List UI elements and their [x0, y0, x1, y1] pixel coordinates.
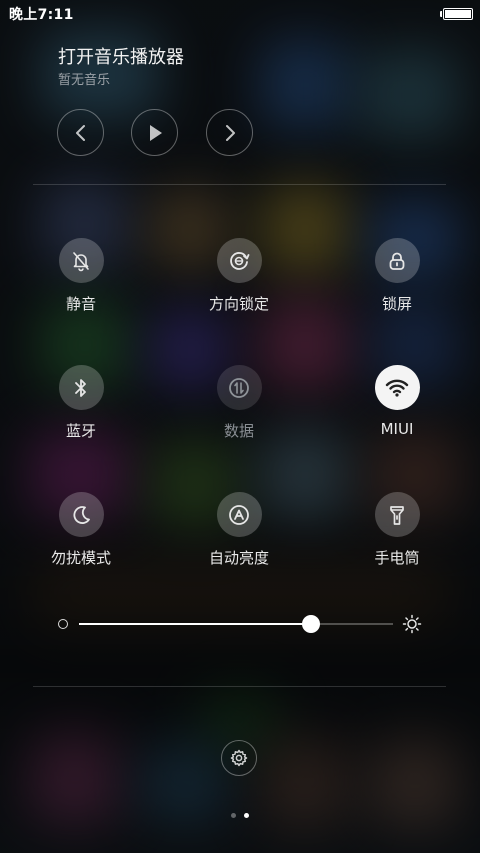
toggle-do-not-disturb[interactable]: 勿扰模式 [21, 492, 141, 572]
chevron-left-icon [75, 124, 85, 141]
moon-icon [73, 505, 90, 524]
settings-button[interactable] [221, 740, 257, 776]
brightness-slider-fill [79, 623, 312, 625]
brightness-low-icon [58, 619, 68, 629]
toggle-rotation-lock[interactable]: 方向锁定 [179, 238, 299, 318]
bluetooth-icon [75, 378, 86, 397]
status-time: 晚上7:11 [9, 7, 74, 23]
page-indicator [231, 813, 249, 818]
page-dot [231, 813, 236, 818]
toggle-rotation-lock-label: 方向锁定 [208, 295, 269, 313]
play-button[interactable] [131, 109, 178, 156]
toggle-bluetooth[interactable]: 蓝牙 [21, 365, 141, 445]
music-subtitle: 暂无音乐 [58, 73, 111, 88]
brightness-slider[interactable] [79, 615, 393, 633]
toggle-data-label: 数据 [223, 422, 254, 440]
wifi-icon [385, 379, 409, 397]
toggle-wifi-label: MIUI [380, 420, 414, 438]
toggle-flashlight-label: 手电筒 [374, 549, 420, 567]
gear-icon [230, 749, 248, 767]
toggle-lock-screen[interactable]: 锁屏 [337, 238, 457, 318]
toggle-auto-brightness[interactable]: 自动亮度 [179, 492, 299, 572]
toggle-lock-screen-label: 锁屏 [381, 295, 412, 313]
next-button[interactable] [206, 109, 253, 156]
brightness-high-icon [402, 614, 422, 638]
divider-bottom [33, 686, 446, 687]
toggle-wifi[interactable]: MIUI [337, 365, 457, 445]
toggle-flashlight[interactable]: 手电筒 [337, 492, 457, 572]
music-player-title[interactable]: 打开音乐播放器 [58, 43, 184, 69]
flashlight-icon [390, 505, 404, 525]
status-bar: 晚上7:11 [0, 0, 480, 26]
chevron-right-icon [225, 124, 235, 141]
battery-icon [440, 8, 473, 20]
toggle-auto-brightness-label: 自动亮度 [208, 549, 269, 567]
brightness-slider-thumb[interactable] [302, 615, 321, 633]
data-icon [229, 377, 249, 398]
play-icon [149, 124, 162, 141]
toggle-do-not-disturb-label: 勿扰模式 [50, 549, 111, 567]
rotation-lock-icon [230, 251, 250, 270]
divider-top [33, 184, 446, 185]
auto-brightness-icon [229, 504, 249, 525]
toggle-bluetooth-label: 蓝牙 [65, 422, 96, 440]
toggle-mute[interactable]: 静音 [21, 238, 141, 318]
page-dot [244, 813, 249, 818]
toggle-mute-label: 静音 [65, 295, 96, 313]
toggle-data[interactable]: 数据 [179, 365, 299, 445]
bell-off-icon [73, 251, 89, 271]
lock-icon [389, 252, 405, 270]
previous-button[interactable] [57, 109, 104, 156]
